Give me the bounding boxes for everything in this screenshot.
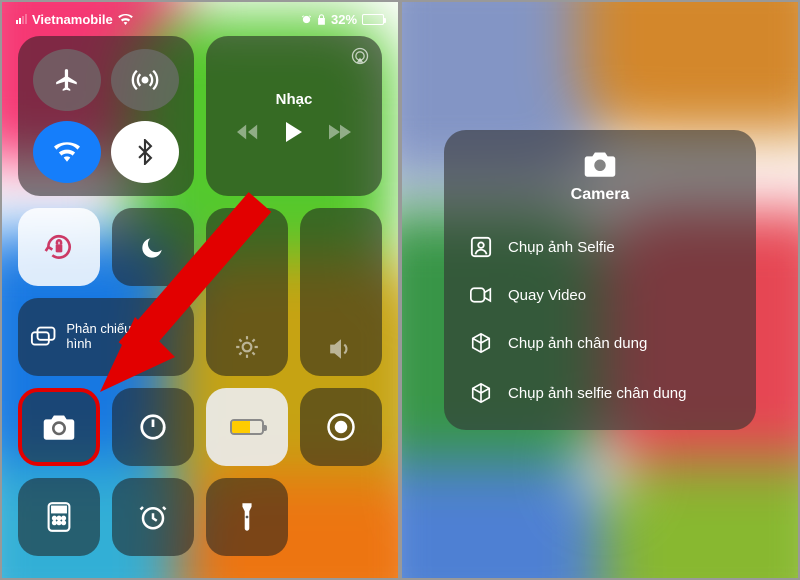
bluetooth-icon xyxy=(137,139,153,165)
option-label: Chụp ảnh chân dung xyxy=(508,335,647,352)
annotation-arrow xyxy=(80,192,280,402)
record-icon xyxy=(326,412,356,442)
prev-icon[interactable] xyxy=(237,124,259,140)
option-video[interactable]: Quay Video xyxy=(466,272,734,318)
lock-icon xyxy=(317,14,326,25)
volume-icon xyxy=(328,338,354,360)
wifi-toggle[interactable] xyxy=(33,121,101,183)
camera-quick-actions-pane: Camera Chụp ảnh Selfie Quay Video Chụp ả… xyxy=(402,2,798,578)
play-icon[interactable] xyxy=(285,122,303,142)
camera-icon xyxy=(42,413,76,441)
media-title: Nhạc xyxy=(276,91,313,108)
timer-icon xyxy=(138,412,168,442)
cube-icon xyxy=(470,382,492,404)
camera-quick-actions-popup: Camera Chụp ảnh Selfie Quay Video Chụp ả… xyxy=(444,130,756,430)
battery-pct: 32% xyxy=(331,12,357,27)
wifi-icon xyxy=(54,142,80,162)
airplane-toggle[interactable] xyxy=(33,49,101,111)
calculator-button[interactable] xyxy=(18,478,100,556)
option-label: Chụp ảnh Selfie xyxy=(508,239,615,256)
media-module[interactable]: Nhạc xyxy=(206,36,382,196)
airplay-icon xyxy=(350,46,370,66)
airplane-icon xyxy=(54,67,80,93)
signal-icon xyxy=(16,14,27,24)
alarm-icon xyxy=(301,14,312,25)
video-icon xyxy=(470,286,492,304)
option-label: Chụp ảnh selfie chân dung xyxy=(508,385,686,402)
screen-mirror-icon xyxy=(30,325,56,349)
alarm-clock-icon xyxy=(138,502,168,532)
battery-icon xyxy=(230,419,264,435)
selfie-icon xyxy=(470,236,492,258)
screen-record-button[interactable] xyxy=(300,388,382,466)
flashlight-button[interactable] xyxy=(206,478,288,556)
option-selfie[interactable]: Chụp ảnh Selfie xyxy=(466,222,734,272)
option-portrait[interactable]: Chụp ảnh chân dung xyxy=(466,318,734,368)
carrier-label: Vietnamobile xyxy=(32,12,113,27)
wifi-icon xyxy=(118,14,133,25)
flashlight-icon xyxy=(239,501,255,533)
control-center-pane: Vietnamobile 32% xyxy=(2,2,398,578)
volume-slider[interactable] xyxy=(300,208,382,376)
alarm-button[interactable] xyxy=(112,478,194,556)
cellular-toggle[interactable] xyxy=(111,49,179,111)
camera-icon xyxy=(583,150,617,178)
popup-title: Camera xyxy=(571,186,630,204)
cube-icon xyxy=(470,332,492,354)
cellular-icon xyxy=(131,66,159,94)
connectivity-module xyxy=(18,36,194,196)
calculator-icon xyxy=(47,502,71,532)
next-icon[interactable] xyxy=(329,124,351,140)
bluetooth-toggle[interactable] xyxy=(111,121,179,183)
option-label: Quay Video xyxy=(508,287,586,304)
option-portrait-selfie[interactable]: Chụp ảnh selfie chân dung xyxy=(466,368,734,418)
status-bar: Vietnamobile 32% xyxy=(2,8,398,30)
battery-icon xyxy=(362,14,384,25)
rotation-lock-icon xyxy=(43,231,75,263)
